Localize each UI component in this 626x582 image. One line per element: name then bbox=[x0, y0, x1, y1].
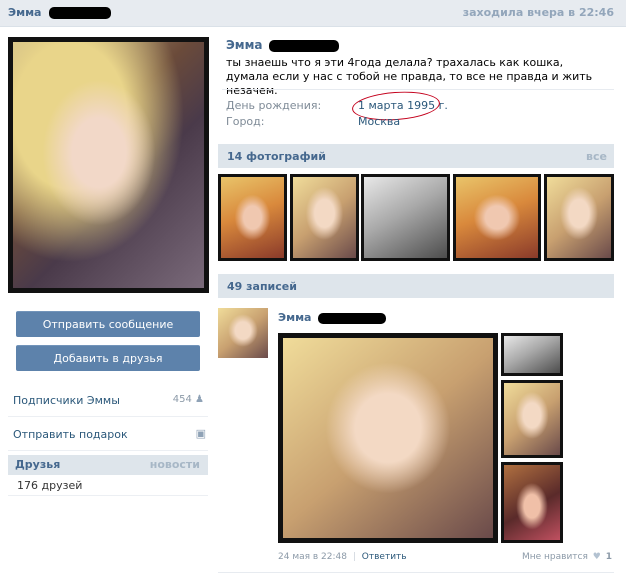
photos-header[interactable]: 14 фотографий все bbox=[218, 144, 614, 168]
topbar-name[interactable]: Эмма bbox=[8, 6, 112, 19]
send-gift-label: Отправить подарок bbox=[13, 428, 128, 441]
photo-thumb[interactable] bbox=[218, 174, 287, 261]
heart-icon: ♥ bbox=[592, 552, 601, 562]
post-photo-thumb[interactable] bbox=[501, 380, 563, 458]
profile-name: Эмма bbox=[226, 38, 263, 52]
post-photo-thumb[interactable] bbox=[501, 462, 563, 543]
post-like-label: Мне нравится bbox=[521, 552, 588, 562]
redaction-bar bbox=[317, 312, 386, 324]
gift-icon: ▣ bbox=[195, 427, 206, 440]
photos-title: 14 фотографий bbox=[227, 150, 326, 163]
redaction-bar bbox=[49, 7, 112, 19]
post-author-row: Эмма bbox=[278, 311, 386, 324]
city-value[interactable]: Москва bbox=[358, 115, 400, 128]
post-like-count: 1 bbox=[605, 552, 612, 562]
post-footer-separator: | bbox=[352, 552, 356, 562]
top-bar: Эмма заходила вчера в 22:46 bbox=[0, 0, 626, 27]
send-gift-row[interactable]: Отправить подарок ▣ bbox=[8, 417, 208, 451]
friends-news-link[interactable]: новости bbox=[150, 458, 200, 471]
birthday-label: День рождения: bbox=[226, 99, 322, 112]
friends-header[interactable]: Друзья новости bbox=[8, 455, 208, 475]
post-date[interactable]: 24 мая в 22:48 bbox=[278, 552, 347, 562]
post-like[interactable]: Мне нравится ♥ 1 bbox=[522, 552, 612, 562]
post-author[interactable]: Эмма bbox=[278, 311, 311, 324]
redaction-bar bbox=[269, 40, 340, 52]
city-label: Город: bbox=[226, 115, 265, 128]
online-status: заходила вчера в 22:46 bbox=[462, 6, 614, 19]
post-reply-link[interactable]: Ответить bbox=[362, 552, 407, 562]
posts-header: 49 записей bbox=[218, 274, 614, 298]
photo-thumb[interactable] bbox=[290, 174, 359, 261]
photos-all-link[interactable]: все bbox=[586, 150, 607, 163]
person-icon: ♟ bbox=[195, 394, 204, 405]
friends-count[interactable]: 176 друзей bbox=[17, 479, 82, 492]
post-author-avatar[interactable] bbox=[218, 308, 268, 358]
profile-avatar[interactable] bbox=[8, 37, 209, 293]
post-main-photo[interactable] bbox=[278, 333, 498, 543]
photo-thumb[interactable] bbox=[544, 174, 614, 261]
subscribers-count: 454 ♟ bbox=[173, 394, 204, 405]
send-message-button[interactable]: Отправить сообщение bbox=[16, 311, 200, 337]
subscribers-row[interactable]: Подписчики Эммы 454 ♟ bbox=[8, 383, 208, 417]
posts-title: 49 записей bbox=[227, 280, 297, 293]
friends-title: Друзья bbox=[15, 458, 61, 471]
photo-thumb[interactable] bbox=[453, 174, 541, 261]
friends-block-bottom bbox=[8, 495, 208, 496]
info-divider bbox=[222, 89, 614, 90]
photo-thumb[interactable] bbox=[361, 174, 450, 261]
subscribers-count-text: 454 bbox=[172, 394, 192, 405]
post-footer: 24 мая в 22:48 | Ответить bbox=[278, 552, 407, 562]
post-photo-thumb[interactable] bbox=[501, 333, 563, 376]
subscribers-label: Подписчики Эммы bbox=[13, 394, 120, 407]
profile-name-row: Эмма bbox=[226, 38, 340, 52]
add-friend-button[interactable]: Добавить в друзья bbox=[16, 345, 200, 371]
topbar-name-text: Эмма bbox=[8, 6, 42, 19]
post-divider bbox=[218, 572, 614, 573]
